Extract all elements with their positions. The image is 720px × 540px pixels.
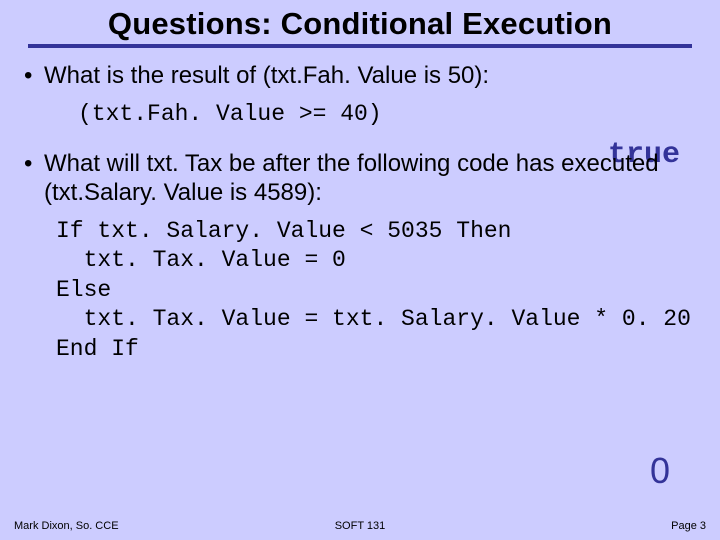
slide-title: Questions: Conditional Execution: [28, 6, 692, 42]
code-q1: (txt.Fah. Value >= 40): [78, 100, 698, 128]
footer: Mark Dixon, So. CCE SOFT 131 Page 3: [0, 520, 720, 532]
bullet-q2: What will txt. Tax be after the followin…: [22, 150, 698, 207]
answer-q2: 0: [650, 450, 670, 492]
bullet-q1: What is the result of (txt.Fah. Value is…: [22, 62, 698, 90]
footer-center: SOFT 131: [0, 520, 720, 532]
code-q2: If txt. Salary. Value < 5035 Then txt. T…: [56, 217, 698, 364]
title-rule: Questions: Conditional Execution: [28, 6, 692, 48]
